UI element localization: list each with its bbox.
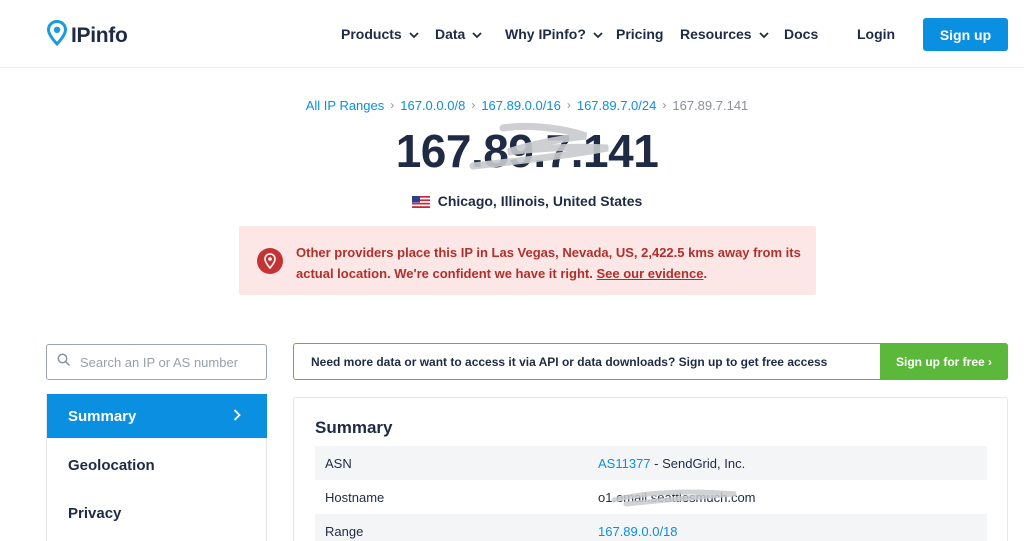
nav-why-ipinfo[interactable]: Why IPinfo? xyxy=(505,26,603,42)
ipinfo-logo[interactable]: IPinfo xyxy=(46,19,128,51)
chevron-down-icon xyxy=(758,26,769,42)
row-key: Range xyxy=(325,524,364,539)
sidebar-item-geolocation[interactable]: Geolocation xyxy=(47,443,268,487)
table-row: Range 167.89.0.0/18 xyxy=(315,514,987,541)
signup-cta-bar: Need more data or want to access it via … xyxy=(293,343,1008,380)
chevron-right-icon: › xyxy=(390,98,395,112)
sidebar-item-label: Privacy xyxy=(68,504,122,522)
alert-suffix: . xyxy=(703,266,708,281)
alert-message: Other providers place this IP in Las Veg… xyxy=(296,242,806,284)
summary-title: Summary xyxy=(315,418,393,437)
chevron-right-icon: › xyxy=(471,98,476,112)
sidebar-item-privacy[interactable]: Privacy xyxy=(47,491,268,535)
sidebar-item-label: Geolocation xyxy=(68,456,155,474)
nav-label: Products xyxy=(341,26,402,42)
redaction-scribble xyxy=(611,489,737,507)
chevron-right-icon: › xyxy=(566,98,571,112)
range-link[interactable]: 167.89.0.0/18 xyxy=(598,524,678,539)
location-pin-logo-icon xyxy=(46,19,68,51)
alert-text: Other providers place this IP in Las Veg… xyxy=(296,245,801,281)
logo-text: IPinfo xyxy=(71,23,128,47)
nav-docs[interactable]: Docs xyxy=(784,26,818,42)
nav-label: Why IPinfo? xyxy=(505,26,586,42)
summary-card: Summary ASN AS11377 - SendGrid, Inc. Hos… xyxy=(293,397,1008,541)
row-value: 167.89.0.0/18 xyxy=(598,524,678,539)
breadcrumb-current-ip: 167.89.7.141 xyxy=(672,98,749,113)
location-text: Chicago, Illinois, United States xyxy=(437,193,643,209)
table-row: ASN AS11377 - SendGrid, Inc. xyxy=(315,446,987,480)
nav-label: Docs xyxy=(784,26,819,42)
location-alert: Other providers place this IP in Las Veg… xyxy=(239,226,816,295)
redaction-scribble xyxy=(469,122,609,170)
breadcrumb-range-16[interactable]: 167.89.0.0/16 xyxy=(481,98,561,113)
breadcrumb: All IP Ranges › 167.0.0.0/8 › 167.89.0.0… xyxy=(0,98,1024,113)
ip-location: Chicago, Illinois, United States xyxy=(0,193,1024,209)
nav-products[interactable]: Products xyxy=(341,26,419,42)
nav-data[interactable]: Data xyxy=(435,26,482,42)
chevron-down-icon xyxy=(409,26,419,42)
breadcrumb-range-24[interactable]: 167.89.7.0/24 xyxy=(577,98,657,113)
us-flag-icon xyxy=(411,195,430,208)
row-key: Hostname xyxy=(325,490,385,505)
breadcrumb-all-ip-ranges[interactable]: All IP Ranges xyxy=(306,98,385,113)
search-icon xyxy=(57,353,70,371)
signup-button[interactable]: Sign up xyxy=(923,18,1008,51)
sidebar-item-summary[interactable]: Summary xyxy=(47,394,267,438)
chevron-right-icon xyxy=(233,408,241,425)
signup-free-button[interactable]: Sign up for free › xyxy=(880,343,1008,380)
location-pin-icon xyxy=(257,248,283,274)
chevron-down-icon xyxy=(472,26,482,42)
asn-link[interactable]: AS11377 xyxy=(598,456,651,471)
nav-pricing[interactable]: Pricing xyxy=(616,26,663,42)
search-input[interactable] xyxy=(80,354,255,370)
chevron-down-icon xyxy=(593,26,603,42)
cta-text: Need more data or want to access it via … xyxy=(311,355,828,369)
search-box[interactable] xyxy=(46,344,267,380)
nav-label: Resources xyxy=(680,26,752,42)
chevron-right-icon: › xyxy=(662,98,667,112)
see-evidence-link[interactable]: See our evidence xyxy=(596,266,703,281)
nav-label: Pricing xyxy=(616,26,664,42)
login-link[interactable]: Login xyxy=(857,26,895,42)
sidebar-nav: Summary Geolocation Privacy xyxy=(46,393,267,541)
site-header: IPinfo Products Data Why IPinfo? Pricing… xyxy=(0,0,1024,68)
asn-name: - SendGrid, Inc. xyxy=(650,456,746,471)
row-key: ASN xyxy=(325,456,352,471)
nav-resources[interactable]: Resources xyxy=(680,26,769,42)
nav-label: Data xyxy=(435,26,466,42)
sidebar-item-label: Summary xyxy=(68,407,137,425)
row-value: AS11377 - SendGrid, Inc. xyxy=(598,456,745,471)
breadcrumb-range-8[interactable]: 167.0.0.0/8 xyxy=(400,98,465,113)
